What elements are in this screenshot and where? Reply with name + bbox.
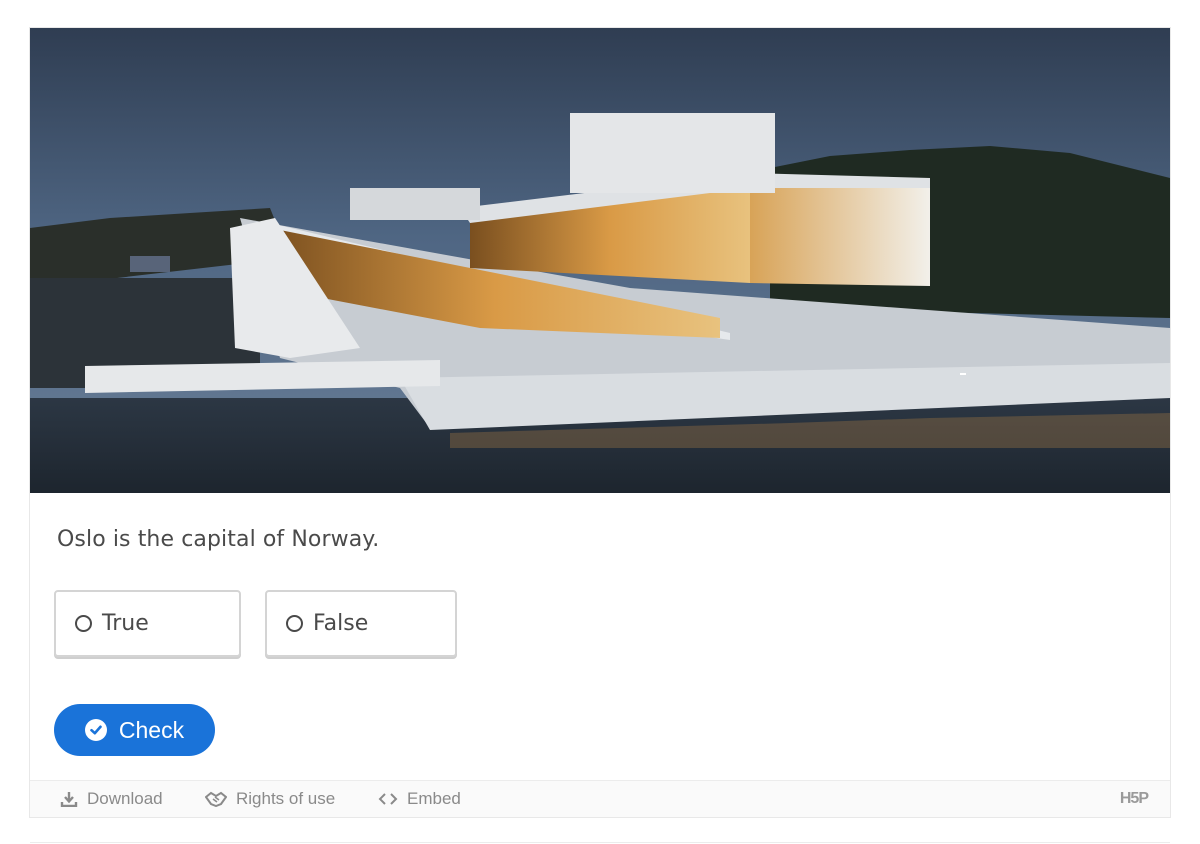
h5p-actions-bar: Download Rights of use Embed H5P xyxy=(30,780,1170,817)
check-circle-icon xyxy=(84,719,107,741)
answer-true-option[interactable]: True xyxy=(54,590,241,657)
radio-circle-icon xyxy=(286,615,303,632)
h5p-logo[interactable]: H5P xyxy=(1120,790,1149,808)
embed-label: Embed xyxy=(407,789,461,808)
download-link[interactable]: Download xyxy=(60,789,163,809)
check-button-label: Check xyxy=(118,716,185,743)
bottom-divider xyxy=(30,842,1170,843)
answer-false-option[interactable]: False xyxy=(265,590,457,657)
check-button[interactable]: Check xyxy=(54,704,215,756)
download-label: Download xyxy=(87,789,163,808)
rights-of-use-link[interactable]: Rights of use xyxy=(205,789,335,809)
answer-true-label: True xyxy=(102,611,149,636)
download-icon xyxy=(60,792,78,807)
embed-link[interactable]: Embed xyxy=(378,789,461,809)
question-image xyxy=(30,28,1170,493)
question-text: Oslo is the capital of Norway. xyxy=(57,527,380,552)
answer-false-label: False xyxy=(313,611,369,636)
radio-circle-icon xyxy=(75,615,92,632)
rights-of-use-label: Rights of use xyxy=(236,789,336,808)
code-brackets-icon xyxy=(378,793,398,805)
handshake-icon xyxy=(205,791,227,807)
